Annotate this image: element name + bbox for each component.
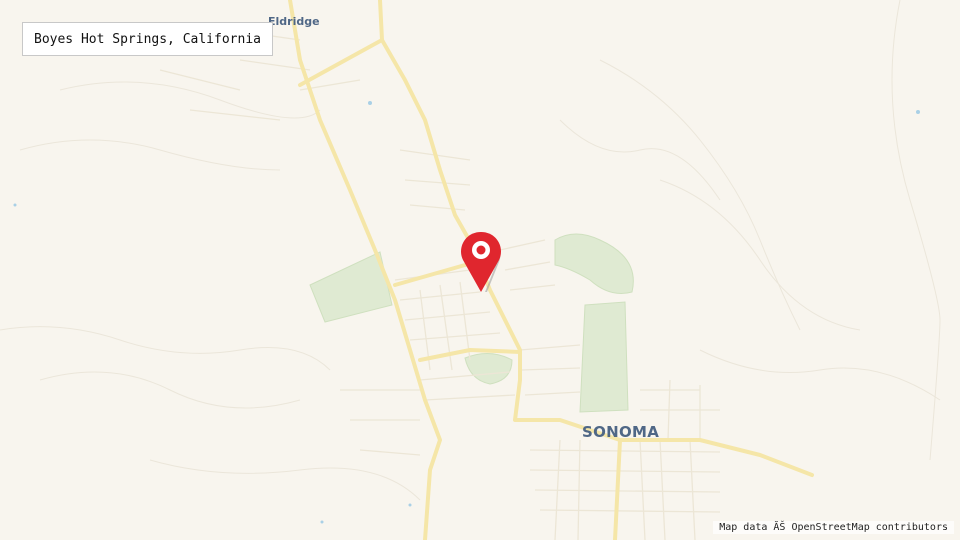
map-canvas[interactable]: Eldridge SONOMA Boyes Hot Springs, Calif… xyxy=(0,0,960,540)
attribution-text: Map data ĂŠ OpenStreetMap contributors xyxy=(719,522,948,533)
map-pin-icon[interactable] xyxy=(455,226,507,296)
minor-roads xyxy=(159,29,721,540)
place-label-sonoma: SONOMA xyxy=(582,423,660,441)
place-label-eldridge: Eldridge xyxy=(268,15,320,28)
location-name: Boyes Hot Springs, California xyxy=(34,31,261,47)
location-label-box[interactable]: Boyes Hot Springs, California xyxy=(22,22,273,56)
water-features xyxy=(13,101,920,524)
map-attribution[interactable]: Map data ĂŠ OpenStreetMap contributors xyxy=(713,521,954,534)
